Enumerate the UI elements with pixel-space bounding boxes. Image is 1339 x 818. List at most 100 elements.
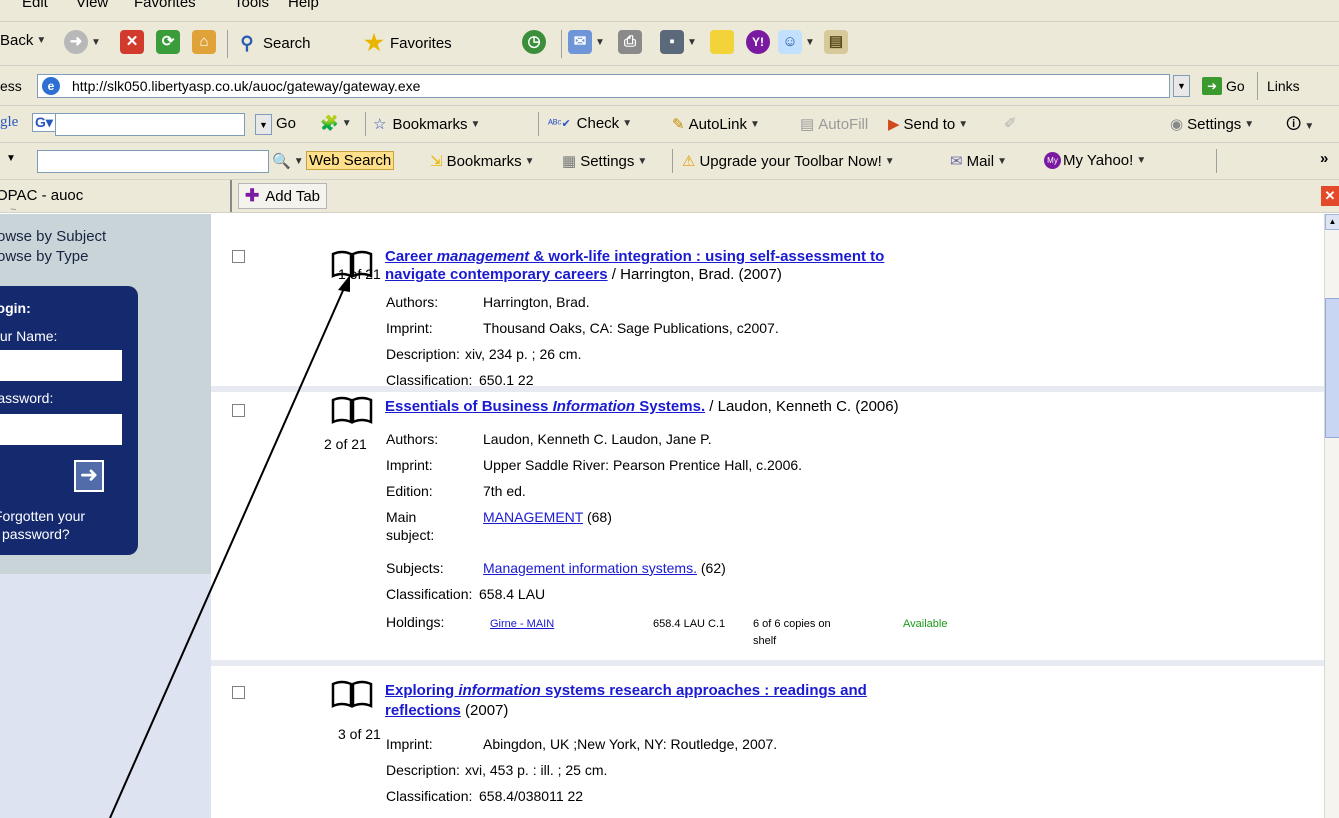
send-to-button[interactable]: ▶ Send to ▼ [888, 115, 968, 134]
google-g-icon[interactable]: G▾ [32, 113, 56, 132]
address-input[interactable]: e http://slk050.libertyasp.co.uk/auoc/ga… [37, 74, 1170, 98]
menu-favorites[interactable]: Favorites [134, 0, 196, 11]
address-dropdown[interactable]: ▼ [1173, 75, 1190, 97]
field-label: Description: [386, 762, 460, 778]
result-2-index: 2 of 21 [324, 436, 367, 452]
my-yahoo-button[interactable]: My My Yahoo! ▼ [1044, 152, 1146, 169]
go-arrow-icon: ➜ [1202, 77, 1222, 95]
google-go-button[interactable]: Go [276, 115, 296, 132]
edit-button[interactable]: ▪ ▼ [660, 30, 697, 54]
yahoo-settings-button[interactable]: ▦ Settings ▼ [562, 152, 647, 171]
yahoo-search-options-icon[interactable]: 🔍 ▼ [272, 152, 304, 170]
result-1-title-link[interactable]: Career management & work-life integratio… [385, 248, 884, 265]
title-highlight: Information [552, 398, 636, 415]
result-2-checkbox[interactable] [232, 404, 245, 417]
sidebar-lower-area [0, 574, 211, 818]
yahoo-search-input[interactable] [37, 150, 269, 173]
subject-link[interactable]: Management information systems. [483, 560, 697, 576]
result-1-title-link-cont[interactable]: navigate contemporary careers [385, 266, 608, 283]
browse-by-type-link[interactable]: Browse by Type [0, 248, 88, 265]
main-subject-link[interactable]: MANAGEMENT [483, 509, 583, 525]
result-3-title-link[interactable]: Exploring information systems research a… [385, 682, 867, 699]
autofill-button[interactable]: ▤ AutoFill [800, 115, 868, 134]
search-icon: ⚲ [240, 33, 254, 53]
result-divider [211, 386, 1324, 392]
google-extra-icon[interactable]: 🛈 ▼ [1286, 114, 1314, 139]
scroll-thumb[interactable] [1325, 298, 1339, 438]
spell-check-button[interactable]: ᴬᴮᶜ✔ Check ▼ [548, 115, 632, 132]
holdings-status: Available [903, 618, 948, 630]
tab-opac[interactable]: OPAC - auoc [0, 180, 232, 212]
field-label: Authors: [386, 431, 439, 447]
menu-help[interactable]: Help [288, 0, 319, 11]
holdings-label: Holdings: [386, 614, 445, 630]
yahoo-menu-dropdown[interactable]: ▼ [6, 153, 16, 164]
forgot-password-line2[interactable]: password? [2, 526, 70, 542]
google-settings-label: Settings [1187, 115, 1242, 133]
subject-count: (68) [583, 509, 612, 525]
forgot-password-line1[interactable]: Forgotten your [0, 508, 85, 524]
add-tab-button[interactable]: ✚ Add Tab [238, 183, 328, 209]
notes-button[interactable] [710, 30, 734, 54]
scroll-up-button[interactable]: ▲ [1325, 214, 1339, 230]
google-settings-button[interactable]: ◉ Settings ▼ [1170, 115, 1254, 134]
refresh-button[interactable]: ⟳ [156, 30, 180, 54]
go-button[interactable]: ➜ Go [1202, 74, 1245, 98]
title-text: & work-life integration : using self-ass… [529, 248, 885, 265]
highlighter-icon[interactable]: ✐ [1004, 114, 1017, 132]
links-button[interactable]: Links [1267, 78, 1300, 94]
forward-button[interactable]: ➜ ▼ [64, 30, 101, 54]
toolbar-separator [538, 112, 539, 136]
result-2-title-line: Essentials of Business Information Syste… [385, 398, 899, 415]
add-tab-label: Add Tab [265, 187, 321, 205]
autolink-button[interactable]: ✎ AutoLink ▼ [672, 115, 760, 134]
yahoo-mail-button[interactable]: ✉ Mail ▼ [950, 152, 1007, 171]
back-label: Back [0, 32, 34, 49]
result-2-title-link[interactable]: Essentials of Business Information Syste… [385, 398, 705, 415]
holdings-copies-line1: 6 of 6 copies on [753, 618, 831, 630]
yahoo-more-button[interactable]: » [1320, 150, 1328, 167]
field-value: 7th ed. [483, 483, 526, 499]
notes-icon [710, 30, 734, 54]
google-search-input[interactable] [55, 113, 245, 136]
menu-tools[interactable]: Tools [234, 0, 269, 11]
history-icon: ◷ [522, 30, 546, 54]
password-input[interactable] [0, 414, 122, 445]
upgrade-toolbar-button[interactable]: ⚠ Upgrade your Toolbar Now! ▼ [682, 152, 895, 171]
result-3-index: 3 of 21 [338, 726, 381, 742]
vertical-scrollbar[interactable]: ▲ [1324, 214, 1339, 818]
yahoo-messenger-button[interactable]: Y! [746, 30, 770, 54]
back-button[interactable]: Back ▼ [0, 32, 46, 49]
login-submit-button[interactable]: ➜ [74, 460, 104, 492]
mail-button[interactable]: ✉ ▼ [568, 30, 605, 54]
google-bookmarks-button[interactable]: ☆ Bookmarks ▼ [373, 115, 480, 134]
mail-icon: ✉ [568, 30, 592, 54]
browse-by-subject-link[interactable]: Browse by Subject [0, 228, 106, 245]
home-button[interactable]: ⌂ [192, 30, 216, 54]
user-name-label: Your Name: [0, 328, 58, 344]
toolbar-separator [672, 149, 673, 173]
research-button[interactable]: ▤ [824, 30, 848, 54]
stop-button[interactable]: ✕ [120, 30, 144, 54]
user-name-input[interactable] [0, 350, 122, 381]
close-tab-icon[interactable]: ✕ [1321, 186, 1339, 206]
google-puzzle-icon[interactable]: 🧩 ▼ [320, 114, 352, 132]
google-search-dropdown[interactable]: ▼ [255, 114, 272, 135]
print-button[interactable]: ⎙ [618, 30, 642, 54]
search-button[interactable]: ⚲ Search [235, 31, 310, 55]
result-3-checkbox[interactable] [232, 686, 245, 699]
field-value: Upper Saddle River: Pearson Prentice Hal… [483, 457, 803, 473]
yahoo-bookmarks-button[interactable]: ⇲ Bookmarks ▼ [430, 152, 535, 171]
history-button[interactable]: ◷ [522, 30, 546, 54]
favorites-button[interactable]: ★ Favorites [362, 31, 452, 55]
menu-view[interactable]: View [76, 0, 108, 11]
messenger-button[interactable]: ☺ ▼ [778, 30, 815, 54]
result-1-checkbox[interactable] [232, 250, 245, 263]
menu-edit[interactable]: Edit [22, 0, 48, 11]
result-1-title-line1: Career management & work-life integratio… [385, 248, 884, 265]
title-text: systems research approaches : readings a… [540, 682, 867, 699]
web-search-button[interactable]: Web Search [306, 151, 395, 170]
result-3-title-link-cont[interactable]: reflections [385, 702, 461, 719]
sidebar-link-partial: ~ [10, 204, 17, 216]
holdings-location-link[interactable]: Girne - MAIN [490, 618, 554, 630]
